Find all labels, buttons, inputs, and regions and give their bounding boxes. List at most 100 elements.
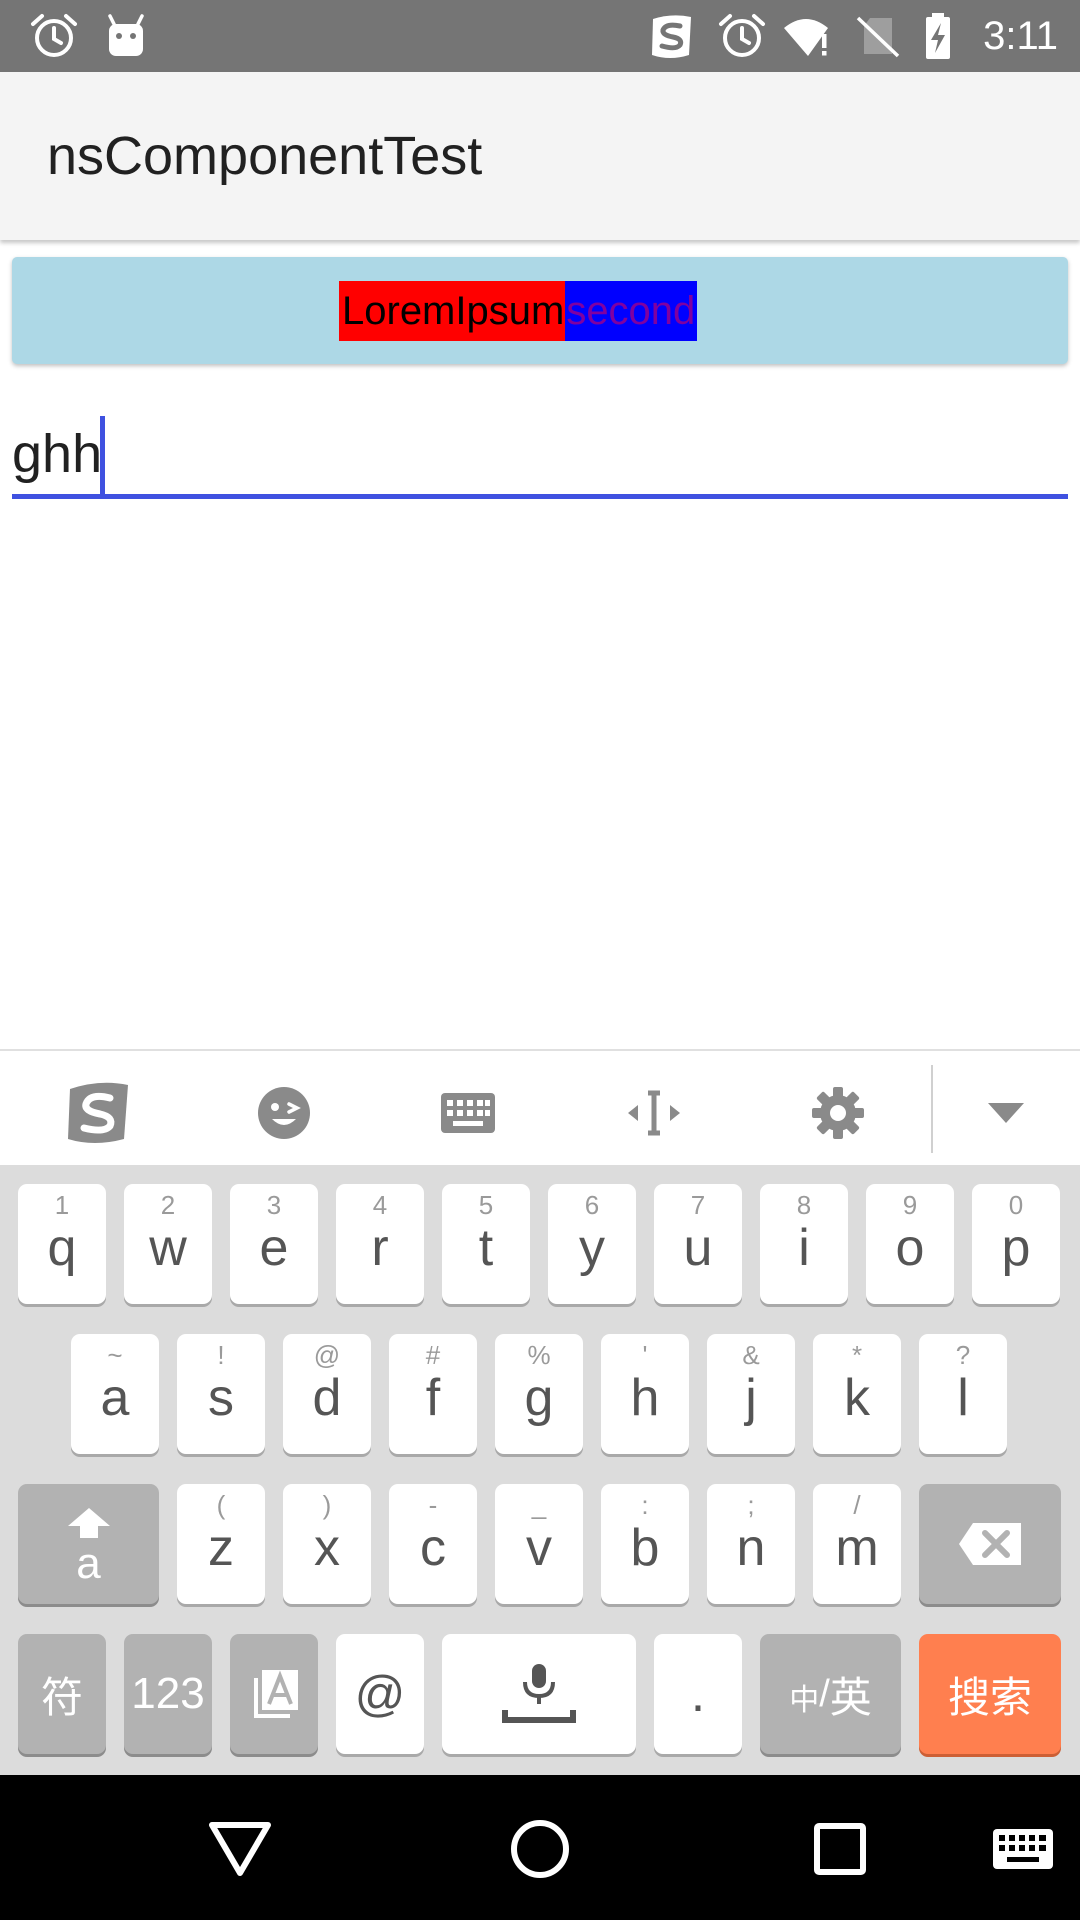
- backspace-icon: [959, 1523, 1021, 1565]
- app-bar: nsComponentTest: [0, 72, 1080, 240]
- key-f[interactable]: # f: [389, 1334, 477, 1454]
- language-switch-key[interactable]: 中 / 英: [760, 1634, 901, 1754]
- text-input-value[interactable]: ghh: [12, 418, 102, 490]
- key-label: j: [745, 1369, 757, 1427]
- key-p[interactable]: 0p: [972, 1184, 1060, 1304]
- key-label: v: [526, 1519, 552, 1577]
- back-icon[interactable]: [200, 1809, 280, 1889]
- keyboard-icon[interactable]: [430, 1075, 506, 1151]
- ns-component: LoremIpsum second: [12, 257, 1068, 364]
- text-input-underline: [12, 494, 1068, 499]
- key-l[interactable]: ? l: [919, 1334, 1007, 1454]
- key-label: w: [149, 1219, 187, 1277]
- sogou-logo-icon[interactable]: [60, 1075, 136, 1151]
- toolbar-divider: [931, 1065, 933, 1153]
- language-switch-label: 中 / 英: [760, 1634, 901, 1754]
- battery-charging-icon: [926, 13, 950, 59]
- microphone-icon: [502, 1664, 576, 1723]
- key-label: h: [630, 1369, 660, 1427]
- shift-arrow-icon: [68, 1508, 110, 1538]
- key-k[interactable]: * k: [813, 1334, 901, 1454]
- key-label: o: [895, 1219, 925, 1277]
- key-label: s: [208, 1369, 234, 1427]
- key-u[interactable]: 7u: [654, 1184, 742, 1304]
- text-cursor: [100, 416, 105, 494]
- key-i[interactable]: 8i: [760, 1184, 848, 1304]
- key-e[interactable]: 3e: [230, 1184, 318, 1304]
- key-s[interactable]: ! s: [177, 1334, 265, 1454]
- emoji-icon[interactable]: [246, 1075, 322, 1151]
- key-label: p: [1001, 1219, 1031, 1277]
- key-w[interactable]: 2w: [124, 1184, 212, 1304]
- key-label: i: [798, 1219, 810, 1277]
- wifi-warning-icon: [784, 19, 828, 56]
- at-label: @: [354, 1666, 406, 1722]
- cursor-move-icon[interactable]: [616, 1075, 692, 1151]
- key-m[interactable]: / m: [813, 1484, 901, 1604]
- collapse-down-icon[interactable]: [968, 1075, 1044, 1151]
- key-label: u: [683, 1219, 713, 1277]
- key-a[interactable]: ~ a: [71, 1334, 159, 1454]
- text-mode-icon: [254, 1670, 298, 1718]
- key-label: m: [835, 1519, 879, 1577]
- page-title: nsComponentTest: [47, 126, 483, 186]
- keyboard-switch-icon[interactable]: [978, 1809, 1068, 1889]
- key-label: c: [420, 1519, 446, 1577]
- period-label: .: [690, 1665, 706, 1723]
- key-c[interactable]: -c: [389, 1484, 477, 1604]
- space-key[interactable]: [442, 1634, 636, 1754]
- backspace-key[interactable]: [919, 1484, 1061, 1604]
- key-d[interactable]: @ d: [283, 1334, 371, 1454]
- key-o[interactable]: 9o: [866, 1184, 954, 1304]
- key-j[interactable]: & j: [707, 1334, 795, 1454]
- key-r[interactable]: 4r: [336, 1184, 424, 1304]
- no-sim-icon: [856, 16, 900, 58]
- key-y[interactable]: 6y: [548, 1184, 636, 1304]
- key-z[interactable]: (z: [177, 1484, 265, 1604]
- key-label: l: [957, 1369, 969, 1427]
- at-key[interactable]: @: [336, 1634, 424, 1754]
- key-label: e: [259, 1219, 289, 1277]
- key-label: k: [844, 1369, 870, 1427]
- key-label: t: [478, 1219, 494, 1277]
- android-debug-icon: [108, 14, 144, 56]
- key-label: a: [100, 1369, 130, 1427]
- shift-label: a: [76, 1539, 101, 1588]
- key-q[interactable]: 1q: [18, 1184, 106, 1304]
- handwriting-key[interactable]: [230, 1634, 318, 1754]
- key-h[interactable]: ' h: [601, 1334, 689, 1454]
- first-label: LoremIpsum: [339, 281, 566, 341]
- numbers-label: 123: [131, 1669, 205, 1718]
- key-x[interactable]: ) x: [283, 1484, 371, 1604]
- status-time: 3:11: [983, 14, 1058, 58]
- key-label: n: [736, 1519, 766, 1577]
- key-n[interactable]: ; n: [707, 1484, 795, 1604]
- recents-icon[interactable]: [800, 1809, 880, 1889]
- home-icon[interactable]: [500, 1809, 580, 1889]
- settings-icon[interactable]: [800, 1075, 876, 1151]
- key-label: y: [579, 1219, 605, 1277]
- key-label: f: [425, 1369, 441, 1427]
- search-action-label: 搜索: [947, 1673, 1032, 1721]
- key-label: g: [524, 1369, 554, 1427]
- key-g[interactable]: % g: [495, 1334, 583, 1454]
- search-action-key[interactable]: 搜索: [919, 1634, 1061, 1754]
- lang-separator: /: [819, 1672, 830, 1715]
- navigation-bar: [0, 1775, 1080, 1920]
- numbers-key[interactable]: 123: [124, 1634, 212, 1754]
- key-label: r: [371, 1219, 389, 1277]
- period-key[interactable]: .: [654, 1634, 742, 1754]
- key-t[interactable]: 5t: [442, 1184, 530, 1304]
- text-input[interactable]: ghh: [12, 408, 1068, 500]
- alarm-icon: [31, 14, 77, 57]
- sogou-icon: [652, 15, 691, 58]
- key-b[interactable]: :b: [601, 1484, 689, 1604]
- symbols-key[interactable]: 符: [18, 1634, 106, 1754]
- shift-key[interactable]: a: [18, 1484, 159, 1604]
- key-label: x: [314, 1519, 340, 1577]
- component-labels: LoremIpsum second: [339, 281, 698, 341]
- soft-keyboard: 1q 2w 3e 4r 5t 6y 7u 8i 9o 0p ~ a ! s @ d #…: [0, 1165, 1080, 1775]
- alarm-icon: [719, 14, 765, 57]
- key-v[interactable]: _ v: [495, 1484, 583, 1604]
- key-label: q: [47, 1219, 77, 1277]
